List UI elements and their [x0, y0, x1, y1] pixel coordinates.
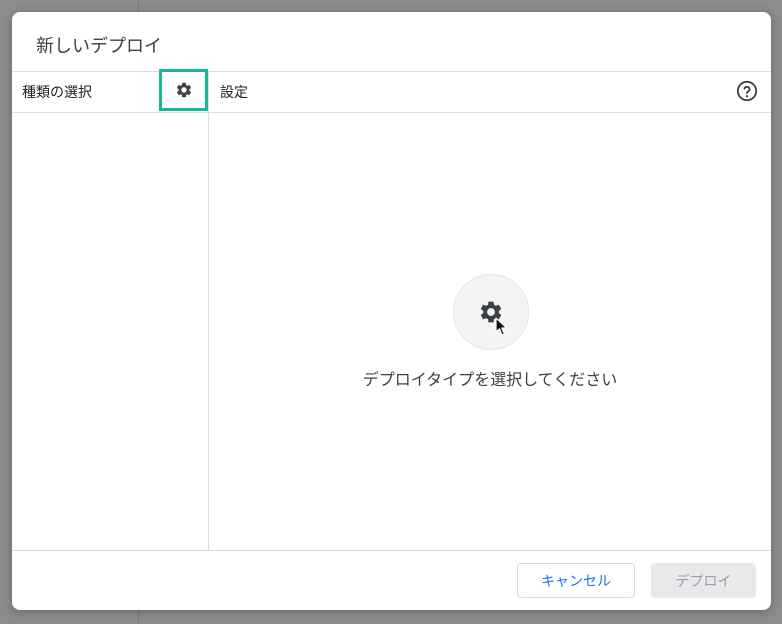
pane-divider [208, 72, 209, 550]
select-type-label: 種類の選択 [22, 85, 92, 101]
dialog-title: 新しいデプロイ [36, 36, 162, 57]
footer-divider [12, 550, 771, 551]
header-divider [12, 71, 771, 72]
cancel-button[interactable]: キャンセル [517, 563, 635, 598]
deploy-button[interactable]: デプロイ [651, 563, 756, 598]
help-button[interactable] [736, 80, 758, 102]
pane-header-divider [12, 112, 771, 113]
select-type-settings-button[interactable] [159, 69, 208, 111]
help-circle-icon [736, 80, 758, 102]
mouse-cursor-icon [495, 317, 508, 336]
gear-icon [176, 82, 191, 98]
empty-state-message: デプロイタイプを選択してください [362, 370, 618, 389]
deployment-type-gear-button[interactable] [453, 274, 529, 350]
settings-label: 設定 [220, 85, 248, 101]
new-deployment-dialog: 新しいデプロイ 種類の選択 設定 デプロイタイプを選択してください キャンセル … [12, 12, 771, 610]
